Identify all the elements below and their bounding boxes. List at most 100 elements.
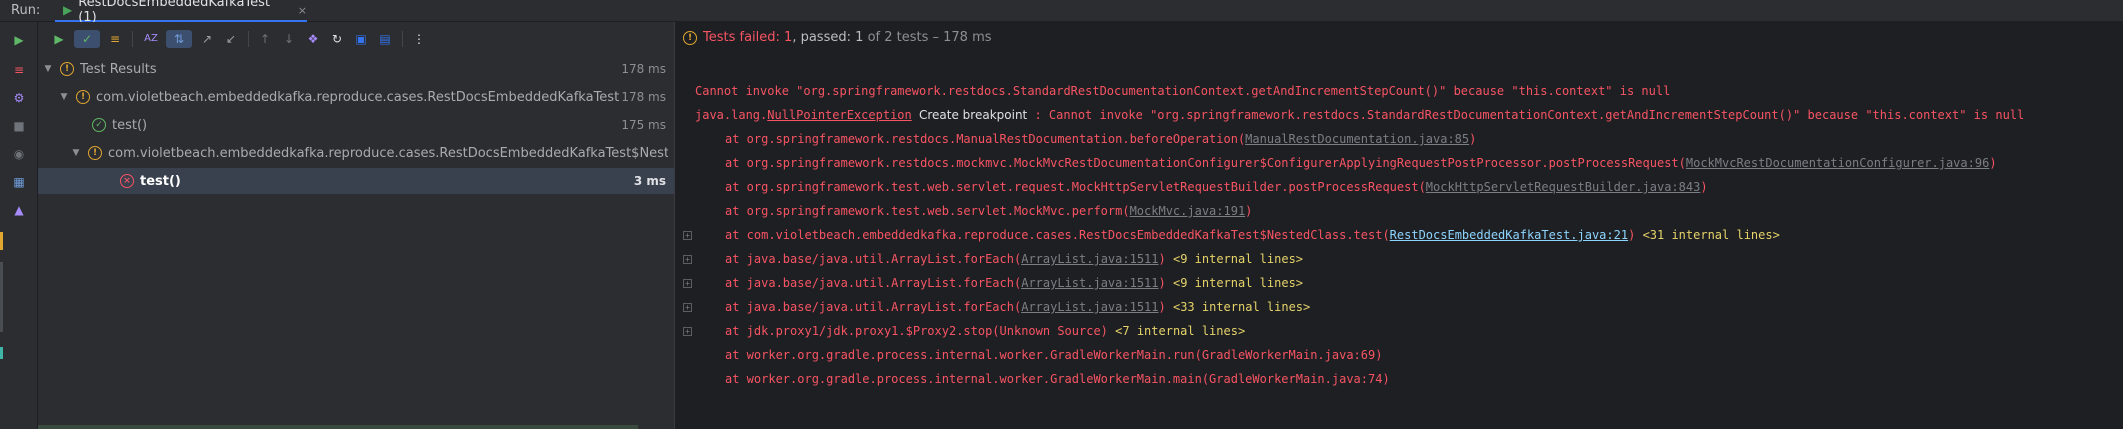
frame-text: at org.springframework.test.web.servlet.… [725,180,1426,194]
summary-passed-count: 1 [855,30,864,45]
more-options-icon[interactable]: ⋮ [410,30,428,48]
test-toolbar: ▶ ✓ ≡ AZ ⇅ ↗ ↙ ↑ ↓ ❖ ↻ ▣ ▤ ⋮ [38,22,674,56]
error-message-line: Cannot invoke "org.springframework.restd… [695,84,1671,98]
stop-all-icon[interactable]: ≡ [11,62,27,78]
chevron-down-icon[interactable]: ▼ [58,92,70,102]
summary-failed-label: Tests failed: [703,30,780,45]
run-icon[interactable]: ▶ [11,32,27,48]
frame-source-link[interactable]: MockHttpServletRequestBuilder.java:843 [1426,180,1701,194]
stop-icon[interactable]: ■ [11,118,27,134]
stack-frame: at worker.org.gradle.process.internal.wo… [725,372,1390,386]
exception-message: : Cannot invoke "org.springframework.res… [1034,108,2025,122]
show-passed-icon[interactable]: ✓ [74,30,100,48]
frame-tail: ) [1989,156,1997,170]
test-results-tree: ▼ ! Test Results 178 ms ▼ ! com.violetbe… [38,56,674,429]
internal-lines-toggle[interactable]: <33 internal lines> [1173,300,1310,314]
test-summary: ! Tests failed: 1 , passed: 1 of 2 tests… [683,30,992,45]
import-tests-icon[interactable]: ▣ [352,30,370,48]
chevron-down-icon[interactable]: ▼ [70,148,82,158]
frame-source-link[interactable]: RestDocsEmbeddedKafkaTest.java:21 [1390,228,1628,242]
run-label: Run: [11,3,41,18]
tree-row-time: 175 ms [621,118,666,132]
sort-alphabetically-icon[interactable]: AZ [142,30,160,48]
exception-line: java.lang.NullPointerException Create br… [695,108,2024,122]
pin-icon[interactable]: ▲ [11,202,27,218]
expand-all-icon[interactable]: ↗ [198,30,216,48]
test-runner-icon: ▶ [63,3,73,17]
frame-tail: ) [1700,180,1708,194]
stack-frame: at org.springframework.test.web.servlet.… [725,180,1708,194]
create-breakpoint-link[interactable]: Create breakpoint [919,108,1027,122]
summary-passed-label: , passed: [792,30,851,45]
previous-failed-icon[interactable]: ↑ [256,30,274,48]
frame-text: at java.base/java.util.ArrayList.forEach… [725,252,1022,266]
frame-source-link[interactable]: ArrayList.java:1511 [1021,252,1158,266]
stack-frame: at java.base/java.util.ArrayList.forEach… [725,300,1310,314]
tree-row-failed-test[interactable]: × test() 3 ms [38,168,674,194]
frame-tail: ) [1158,276,1166,290]
frame-text: at com.violetbeach.embeddedkafka.reprodu… [725,228,1390,242]
horizontal-scrollbar[interactable] [38,425,638,429]
tree-row-test-class[interactable]: ▼ ! com.violetbeach.embeddedkafka.reprod… [38,84,674,110]
frame-text: at org.springframework.test.web.servlet.… [725,204,1130,218]
warning-status-icon: ! [76,90,90,104]
close-tab-icon[interactable]: × [298,4,307,17]
stack-frame: at java.base/java.util.ArrayList.forEach… [725,252,1303,266]
settings-icon[interactable]: ⚙ [11,90,27,106]
exception-prefix: java.lang. [695,108,768,122]
stack-frame: at java.base/java.util.ArrayList.forEach… [725,276,1303,290]
frame-source-link[interactable]: ArrayList.java:1511 [1021,276,1158,290]
tree-row-test-method[interactable]: ✓ test() 175 ms [38,112,674,138]
tree-row-label: com.violetbeach.embeddedkafka.reproduce.… [108,145,668,161]
expand-fold-icon[interactable]: + [683,231,692,240]
next-failed-icon[interactable]: ↓ [280,30,298,48]
eye-icon[interactable]: ◉ [11,146,27,162]
layout-icon[interactable]: ▦ [11,174,27,190]
summary-rest: of 2 tests – 178 ms [867,30,992,45]
stack-frame: at com.violetbeach.embeddedkafka.reprodu… [725,228,1780,242]
failed-status-icon: × [120,174,134,188]
tree-row-label: com.violetbeach.embeddedkafka.reproduce.… [96,89,620,105]
expand-fold-icon[interactable]: + [683,255,692,264]
frame-tail: ) [1158,300,1166,314]
stack-frame: at org.springframework.test.web.servlet.… [725,204,1252,218]
expand-fold-icon[interactable]: + [683,327,692,336]
frame-source-link[interactable]: MockMvc.java:191 [1130,204,1246,218]
rerun-history-icon[interactable]: ↻ [328,30,346,48]
left-tool-strip: ▶ ≡ ⚙ ■ ◉ ▦ ▲ [0,22,38,429]
frame-source-link[interactable]: MockMvcRestDocumentationConfigurer.java:… [1686,156,1989,170]
exception-class-link[interactable]: NullPointerException [767,108,912,122]
toolbar-separator [248,31,249,47]
test-history-icon[interactable]: ❖ [304,30,322,48]
internal-lines-toggle[interactable]: <31 internal lines> [1643,228,1780,242]
internal-lines-toggle[interactable]: <9 internal lines> [1173,252,1303,266]
internal-lines-toggle[interactable]: <7 internal lines> [1115,324,1245,338]
tree-row-label: test() [112,117,148,133]
sort-by-duration-icon[interactable]: ⇅ [166,30,192,48]
frame-tail: ) [1469,132,1477,146]
tree-row-time: 178 ms [621,90,666,104]
tree-row-nested-class[interactable]: ▼ ! com.violetbeach.embeddedkafka.reprod… [38,140,674,166]
collapse-all-icon[interactable]: ↙ [222,30,240,48]
frame-tail: ) [1245,204,1253,218]
internal-lines-toggle[interactable]: <9 internal lines> [1173,276,1303,290]
frame-tail: ) [1158,252,1166,266]
frame-source-link[interactable]: ManualRestDocumentation.java:85 [1245,132,1469,146]
stack-frame: at org.springframework.restdocs.ManualRe… [725,132,1476,146]
tree-row-time: 178 ms [621,62,666,76]
frame-tail: ) [1628,228,1636,242]
frame-text: at org.springframework.restdocs.ManualRe… [725,132,1246,146]
tree-row-test-results[interactable]: ▼ ! Test Results 178 ms [38,56,674,82]
toolbar-separator [132,31,133,47]
rerun-icon[interactable]: ▶ [50,30,68,48]
expand-fold-icon[interactable]: + [683,303,692,312]
frame-source-link[interactable]: ArrayList.java:1511 [1021,300,1158,314]
stripe-marker-info [0,347,3,359]
run-tab[interactable]: ▶ RestDocsEmbeddedKafkaTest (1) × [55,0,307,25]
chevron-down-icon[interactable]: ▼ [42,64,54,74]
warning-status-icon: ! [88,146,102,160]
export-tests-icon[interactable]: ▤ [376,30,394,48]
stack-frame: at jdk.proxy1/jdk.proxy1.$Proxy2.stop(Un… [725,324,1245,338]
show-ignored-icon[interactable]: ≡ [106,30,124,48]
expand-fold-icon[interactable]: + [683,279,692,288]
